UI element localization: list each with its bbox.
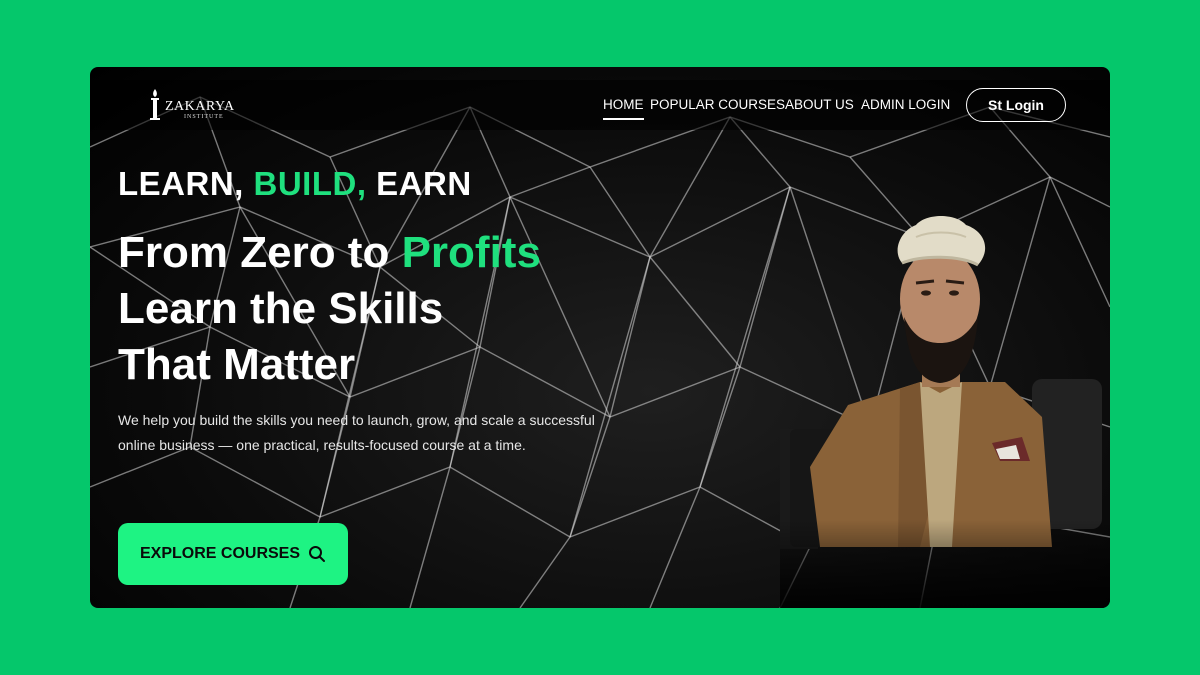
instructor-portrait (780, 167, 1110, 608)
tagline-build: BUILD, (253, 165, 377, 202)
hero-frame: ZAKARYA INSTITUTE HOME POPULAR COURSES A… (90, 67, 1110, 608)
nav-popular-courses[interactable]: POPULAR COURSES (650, 97, 785, 112)
hero-description: We help you build the skills you need to… (118, 412, 595, 453)
hero-tagline: LEARN, BUILD, EARN (118, 165, 472, 203)
nav-home[interactable]: HOME (603, 97, 644, 120)
explore-courses-button[interactable]: EXPLORE COURSES (118, 523, 348, 585)
nav-about-us[interactable]: ABOUT US (785, 97, 854, 112)
headline-line-3: That Matter (118, 340, 356, 389)
tagline-learn: LEARN, (118, 165, 254, 202)
headline-line-1: From Zero to Profits (118, 225, 541, 281)
headline-from-zero: From Zero to (118, 228, 402, 277)
headline-line-2: Learn the Skills (118, 284, 444, 333)
brand-subtitle: INSTITUTE (184, 114, 224, 120)
hero-headline: From Zero to Profits Learn the Skills Th… (118, 225, 541, 393)
search-icon (309, 546, 326, 562)
brand-name: ZAKARYA (165, 99, 235, 114)
top-navbar (90, 80, 1110, 130)
nav-admin-login[interactable]: ADMIN LOGIN (861, 97, 950, 112)
headline-profits: Profits (401, 228, 541, 277)
explore-courses-label: EXPLORE COURSES (139, 545, 301, 562)
student-login-button[interactable]: St Login (966, 88, 1066, 122)
torch-logo-icon (150, 89, 160, 120)
tagline-earn: EARN (376, 165, 472, 202)
brand-logo[interactable]: ZAKARYA INSTITUTE (148, 87, 238, 123)
